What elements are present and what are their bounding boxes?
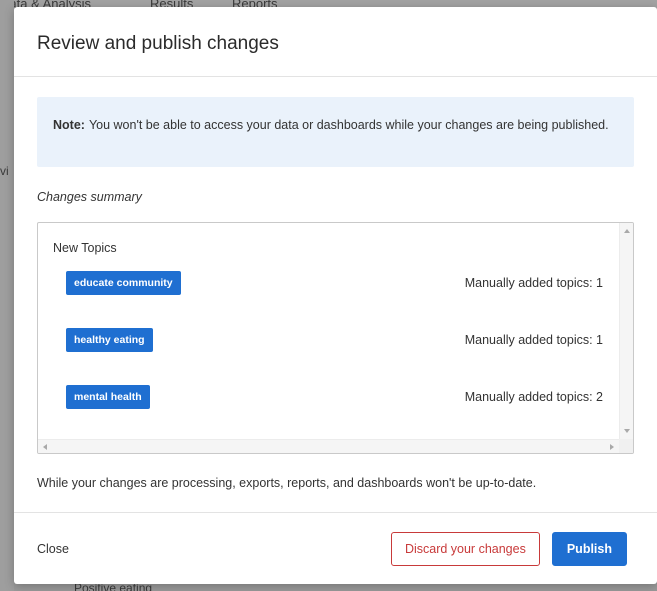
processing-note: While your changes are processing, expor… <box>37 476 537 490</box>
topic-row: educate community Manually added topics:… <box>53 271 604 295</box>
topic-badge-healthy-eating: healthy eating <box>66 328 153 352</box>
publish-changes-modal: Review and publish changes Note: You won'… <box>14 7 657 584</box>
close-button[interactable]: Close <box>37 542 69 556</box>
horizontal-scrollbar[interactable] <box>38 439 619 453</box>
group-title-new-topics: New Topics <box>53 241 117 255</box>
changes-summary-label: Changes summary <box>37 190 142 204</box>
topic-row: mental health Manually added topics: 2 <box>53 385 604 409</box>
scrollbar-corner <box>619 439 633 453</box>
footer-actions: Discard your changes Publish <box>390 531 627 566</box>
changes-summary-content: New Topics educate community Manually ad… <box>38 223 619 439</box>
vertical-scrollbar[interactable] <box>619 223 633 439</box>
topic-count: Manually added topics: 1 <box>464 333 603 347</box>
topic-count: Manually added topics: 2 <box>464 390 603 404</box>
scroll-right-icon[interactable] <box>610 444 614 450</box>
note-label: Note: <box>53 118 85 132</box>
modal-body: Note: You won't be able to access your da… <box>14 77 657 490</box>
background-left-fragment: vi <box>0 164 9 178</box>
changes-summary-box: New Topics educate community Manually ad… <box>37 222 634 454</box>
scroll-left-icon[interactable] <box>43 444 47 450</box>
scroll-down-icon[interactable] <box>624 429 630 433</box>
modal-header: Review and publish changes <box>14 7 657 77</box>
topic-count: Manually added topics: 1 <box>464 276 603 290</box>
topic-badge-educate-community: educate community <box>66 271 181 295</box>
topic-badge-mental-health: mental health <box>66 385 150 409</box>
note-banner: Note: You won't be able to access your da… <box>37 97 634 167</box>
modal-title: Review and publish changes <box>37 33 279 54</box>
background-left-strip <box>0 0 14 591</box>
note-text: You won't be able to access your data or… <box>88 118 609 132</box>
scroll-up-icon[interactable] <box>624 229 630 233</box>
publish-button[interactable]: Publish <box>551 531 627 566</box>
modal-footer: Close Discard your changes Publish <box>14 512 657 584</box>
topic-row: healthy eating Manually added topics: 1 <box>53 328 604 352</box>
discard-changes-button[interactable]: Discard your changes <box>390 531 540 566</box>
